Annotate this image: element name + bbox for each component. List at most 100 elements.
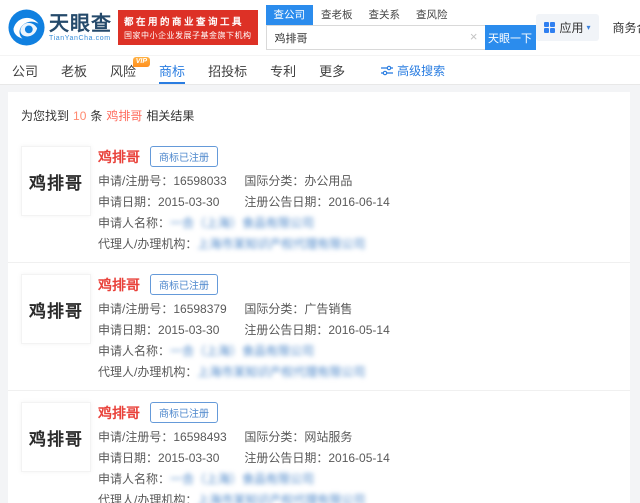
apply-date-label: 申请日期： <box>98 451 158 465</box>
trademark-image-text: 鸡排哥 <box>29 297 83 322</box>
search-tab-risk[interactable]: 查风险 <box>408 5 456 25</box>
trademark-image[interactable]: 鸡排哥 <box>21 274 91 344</box>
results-summary: 为您找到10条鸡排哥相关结果 <box>8 92 630 135</box>
detail-row-agent: 代理人/办理机构：上海市某知识产权代理有限公司 <box>98 234 390 255</box>
nav-item-boss[interactable]: 老板 <box>61 56 87 84</box>
search-keyword: 鸡排哥 <box>106 109 142 123</box>
agent-link[interactable]: 上海市某知识产权代理有限公司 <box>197 493 365 503</box>
applicant-label: 申请人名称： <box>98 216 170 230</box>
nav-item-trademark[interactable]: 商标 <box>159 56 185 84</box>
intl-class-value: 办公用品 <box>304 174 352 188</box>
content-area: 为您找到10条鸡排哥相关结果 鸡排哥 鸡排哥 商标已注册 申请/注册号：1659… <box>0 85 640 503</box>
search-tabs: 查公司 查老板 查关系 查风险 <box>266 5 536 25</box>
card-title-row: 鸡排哥 商标已注册 <box>98 402 390 423</box>
card-body: 鸡排哥 商标已注册 申请/注册号：16598033 国际分类：办公用品 申请日期… <box>98 146 390 255</box>
announce-date-label: 注册公告日期： <box>244 451 328 465</box>
chevron-down-icon: ▾ <box>587 23 591 32</box>
applicant-link[interactable]: 一合（上海）食品有限公司 <box>170 472 314 486</box>
promo-banner-line2: 国家中小企业发展子基金旗下机构 <box>124 30 252 41</box>
search-input-wrap: × <box>266 25 485 50</box>
brand-name: 天眼查 <box>49 14 112 35</box>
reg-no-label: 申请/注册号： <box>98 430 173 444</box>
search-area: 查公司 查老板 查关系 查风险 × 天眼一下 <box>266 5 536 50</box>
result-list: 鸡排哥 鸡排哥 商标已注册 申请/注册号：16598033 国际分类：办公用品 … <box>8 135 630 503</box>
intl-class-label: 国际分类： <box>244 430 304 444</box>
brand-domain: TianYanCha.com <box>49 35 112 42</box>
trademark-title-link[interactable]: 鸡排哥 <box>98 403 140 423</box>
announce-date-label: 注册公告日期： <box>244 195 328 209</box>
detail-row-registration: 申请/注册号：16598493 国际分类：网站服务 <box>98 427 390 448</box>
intl-class-value: 广告销售 <box>304 302 352 316</box>
advanced-search-link[interactable]: 高级搜索 <box>381 62 445 79</box>
logo-text: 天眼查 TianYanCha.com <box>49 14 112 42</box>
status-badge: 商标已注册 <box>150 274 218 295</box>
announce-date-value: 2016-05-14 <box>328 323 389 337</box>
agent-link[interactable]: 上海市某知识产权代理有限公司 <box>197 237 365 251</box>
intl-class-label: 国际分类： <box>244 302 304 316</box>
agent-label: 代理人/办理机构： <box>98 365 197 379</box>
applicant-link[interactable]: 一合（上海）食品有限公司 <box>170 216 314 230</box>
detail-row-applicant: 申请人名称：一合（上海）食品有限公司 <box>98 469 390 490</box>
reg-no-value: 16598033 <box>173 174 226 188</box>
apply-date-value: 2015-03-30 <box>158 323 219 337</box>
announce-date-value: 2016-05-14 <box>328 451 389 465</box>
search-tab-company[interactable]: 查公司 <box>266 5 314 25</box>
search-input[interactable] <box>266 25 485 50</box>
search-row: × 天眼一下 <box>266 25 536 50</box>
filter-sliders-icon <box>381 65 393 76</box>
header-right: 应用 ▾ 商务合作 <box>536 14 640 41</box>
detail-row-registration: 申请/注册号：16598033 国际分类：办公用品 <box>98 171 390 192</box>
clear-icon[interactable]: × <box>470 29 478 45</box>
header: 天眼查 TianYanCha.com 都在用的商业查询工具 国家中小企业发展子基… <box>0 0 640 55</box>
trademark-image-text: 鸡排哥 <box>29 425 83 450</box>
detail-row-agent: 代理人/办理机构：上海市某知识产权代理有限公司 <box>98 490 390 503</box>
apps-label: 应用 <box>560 19 584 36</box>
detail-row-dates: 申请日期：2015-03-30 注册公告日期：2016-05-14 <box>98 448 390 469</box>
reg-no-value: 16598493 <box>173 430 226 444</box>
vip-badge: VIP <box>133 57 150 67</box>
search-tab-relation[interactable]: 查关系 <box>361 5 409 25</box>
trademark-result-card: 鸡排哥 鸡排哥 商标已注册 申请/注册号：16598493 国际分类：网站服务 … <box>8 390 630 503</box>
summary-unit: 条 <box>90 109 102 123</box>
apply-date-label: 申请日期： <box>98 195 158 209</box>
apps-dropdown-button[interactable]: 应用 ▾ <box>536 14 599 41</box>
nav-item-risk[interactable]: 风险 VIP <box>110 56 136 84</box>
apply-date-value: 2015-03-30 <box>158 451 219 465</box>
promo-banner: 都在用的商业查询工具 国家中小企业发展子基金旗下机构 <box>118 10 258 45</box>
applicant-link[interactable]: 一合（上海）食品有限公司 <box>170 344 314 358</box>
card-body: 鸡排哥 商标已注册 申请/注册号：16598493 国际分类：网站服务 申请日期… <box>98 402 390 503</box>
status-badge: 商标已注册 <box>150 146 218 167</box>
nav-item-bidding[interactable]: 招投标 <box>208 56 247 84</box>
detail-row-agent: 代理人/办理机构：上海市某知识产权代理有限公司 <box>98 362 390 383</box>
agent-label: 代理人/办理机构： <box>98 237 197 251</box>
trademark-result-card: 鸡排哥 鸡排哥 商标已注册 申请/注册号：16598033 国际分类：办公用品 … <box>8 135 630 262</box>
summary-suffix: 相关结果 <box>146 109 194 123</box>
nav-item-company[interactable]: 公司 <box>12 56 38 84</box>
search-tab-boss[interactable]: 查老板 <box>313 5 361 25</box>
detail-row-registration: 申请/注册号：16598379 国际分类：广告销售 <box>98 299 390 320</box>
results-panel: 为您找到10条鸡排哥相关结果 鸡排哥 鸡排哥 商标已注册 申请/注册号：1659… <box>8 92 630 503</box>
trademark-title-link[interactable]: 鸡排哥 <box>98 147 140 167</box>
trademark-image[interactable]: 鸡排哥 <box>21 146 91 216</box>
status-badge: 商标已注册 <box>150 402 218 423</box>
business-cooperation-link[interactable]: 商务合作 <box>613 19 640 36</box>
tianyancha-logo[interactable]: 天眼查 TianYanCha.com <box>8 9 112 46</box>
main-nav: 公司 老板 风险 VIP 商标 招投标 专利 更多 高级搜索 <box>0 55 640 85</box>
trademark-image[interactable]: 鸡排哥 <box>21 402 91 472</box>
summary-prefix: 为您找到 <box>21 109 69 123</box>
search-button[interactable]: 天眼一下 <box>485 25 536 50</box>
detail-row-applicant: 申请人名称：一合（上海）食品有限公司 <box>98 341 390 362</box>
applicant-label: 申请人名称： <box>98 472 170 486</box>
apply-date-value: 2015-03-30 <box>158 195 219 209</box>
announce-date-label: 注册公告日期： <box>244 323 328 337</box>
card-title-row: 鸡排哥 商标已注册 <box>98 146 390 167</box>
nav-item-more[interactable]: 更多 <box>319 56 345 84</box>
trademark-image-text: 鸡排哥 <box>29 169 83 194</box>
trademark-title-link[interactable]: 鸡排哥 <box>98 275 140 295</box>
nav-item-patent[interactable]: 专利 <box>270 56 296 84</box>
intl-class-label: 国际分类： <box>244 174 304 188</box>
apply-date-label: 申请日期： <box>98 323 158 337</box>
detail-row-dates: 申请日期：2015-03-30 注册公告日期：2016-06-14 <box>98 192 390 213</box>
apps-grid-icon <box>544 22 555 33</box>
agent-link[interactable]: 上海市某知识产权代理有限公司 <box>197 365 365 379</box>
